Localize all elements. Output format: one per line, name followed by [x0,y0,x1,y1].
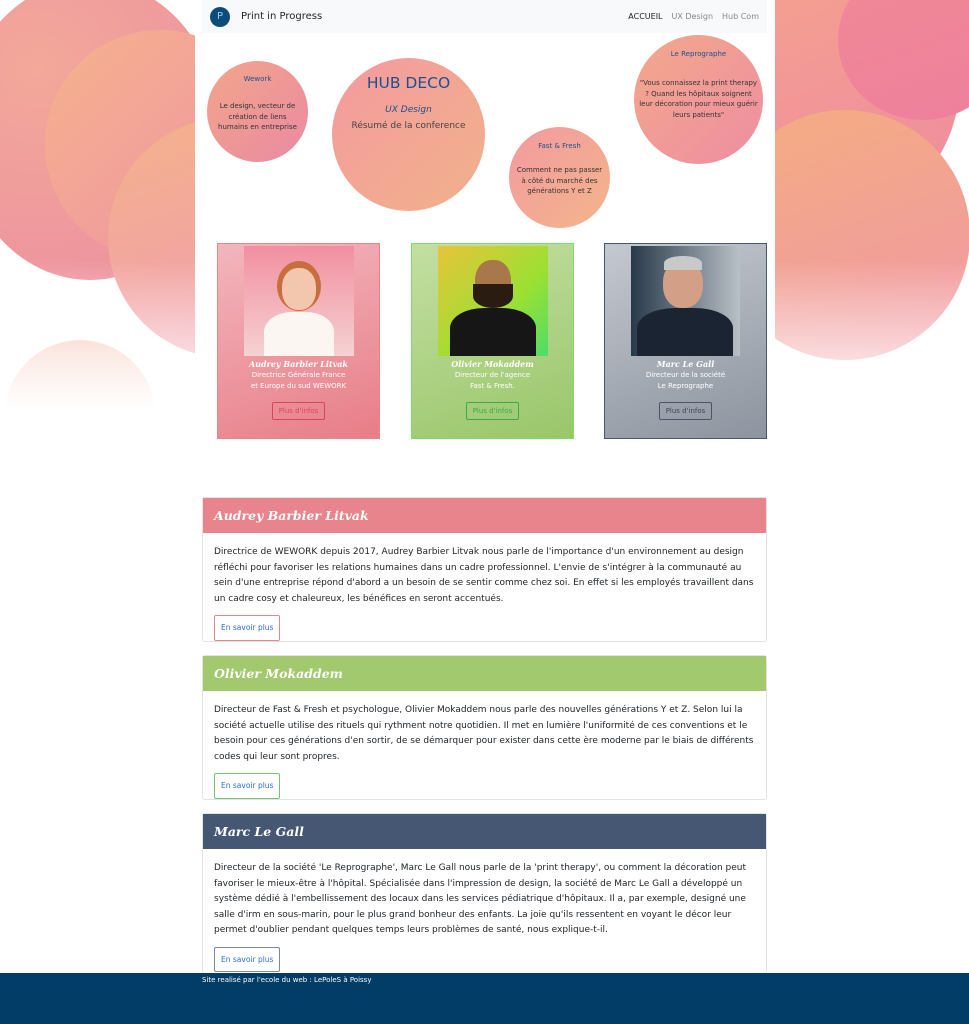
navbar: P Print in Progress ACCUEIL UX Design Hu… [202,0,767,33]
nav-link-hub-com[interactable]: Hub Com [722,12,759,21]
circle-fast-text: Comment ne pas passer à côté du marché d… [516,166,603,195]
panel-body-olivier: Directeur de Fast & Fresh et psychologue… [203,691,766,809]
panel-title-olivier: Olivier Mokaddem [203,656,766,691]
panel-body-audrey: Directrice de WEWORK depuis 2017, Audrey… [203,533,766,651]
card-role-marc-1: Directeur de la société [645,371,726,379]
learn-more-button-olivier[interactable]: En savoir plus [214,773,281,799]
logo-icon[interactable]: P [210,6,230,27]
circle-repro-text: "Vous connaissez la print therapy ? Quan… [639,79,758,119]
panel-olivier: Olivier Mokaddem Directeur de Fast & Fre… [202,655,767,800]
brand-name[interactable]: Print in Progress [241,11,322,22]
nav-link-ux-design[interactable]: UX Design [672,12,714,21]
circle-hub-deco[interactable]: HUB DECO UX Design Résumé de la conferen… [332,58,485,211]
card-name-audrey: Audrey Barbier Litvak [249,359,348,369]
circle-wework-text: Le design, vecteur de création de liens … [218,102,297,131]
circle-hub-text: Résumé de la conference [351,121,466,131]
panel-body-marc: Directeur de la société 'Le Reprographe'… [203,849,766,982]
circle-hub-subtitle: UX Design [385,105,432,115]
panel-marc: Marc Le Gall Directeur de la société 'Le… [202,813,767,973]
profile-card-olivier: Olivier Mokaddem Directeur de l'agence F… [411,243,574,439]
card-role-olivier-2: Fast & Fresh. [470,381,515,390]
learn-more-button-audrey[interactable]: En savoir plus [214,615,281,641]
photo-olivier [437,246,548,356]
photo-audrey [243,246,354,356]
more-info-button-marc[interactable]: Plus d'infos [658,402,713,420]
more-info-button-olivier[interactable]: Plus d'infos [465,402,520,420]
circle-fast-title: Fast & Fresh [538,142,581,150]
footer: Site realisé par l'ecole du web : LePole… [0,973,969,1024]
panel-audrey: Audrey Barbier Litvak Directrice de WEWO… [202,497,767,642]
learn-more-button-marc[interactable]: En savoir plus [214,946,281,972]
more-info-button-audrey[interactable]: Plus d'infos [271,402,326,420]
circle-wework[interactable]: Wework Le design, vecteur de création de… [207,61,308,162]
panel-title-audrey: Audrey Barbier Litvak [203,498,766,533]
card-name-olivier: Olivier Mokaddem [451,359,534,369]
card-role-olivier-1: Directeur de l'agence [454,371,531,379]
panel-text-audrey: Directrice de WEWORK depuis 2017, Audrey… [214,547,754,604]
panel-text-olivier: Directeur de Fast & Fresh et psychologue… [214,705,754,762]
profile-card-marc: Marc Le Gall Directeur de la société Le … [604,243,767,439]
footer-credit: Site realisé par l'ecole du web : LePole… [202,976,372,984]
circle-wework-title: Wework [243,75,272,83]
circle-repro-title: Le Reprographe [670,50,727,58]
card-role-audrey-2: et Europe du sud WEWORK [250,381,347,390]
nav-link-accueil[interactable]: ACCUEIL [628,12,662,21]
panel-title-marc: Marc Le Gall [203,814,766,849]
card-role-audrey-1: Directrice Générale France [251,371,346,379]
profile-card-audrey: Audrey Barbier Litvak Directrice Général… [217,243,380,439]
card-role-marc-2: Le Reprographe [657,381,714,390]
panel-text-marc: Directeur de la société 'Le Reprographe'… [214,863,747,935]
circle-reprographe[interactable]: Le Reprographe "Vous connaissez la print… [634,35,763,164]
circle-hub-title: HUB DECO [366,74,451,92]
nav-links: ACCUEIL UX Design Hub Com [628,12,759,21]
circle-fast-fresh[interactable]: Fast & Fresh Comment ne pas passer à côt… [509,127,610,228]
photo-marc [631,246,740,356]
card-name-marc: Marc Le Gall [656,359,715,369]
